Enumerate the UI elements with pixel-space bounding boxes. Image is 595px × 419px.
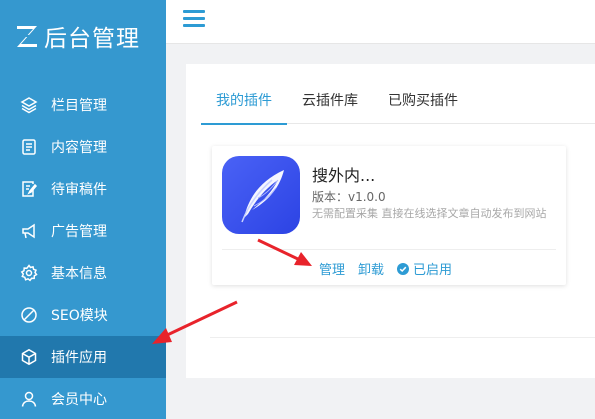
main-panel: 我的插件 云插件库 已购买插件 搜外内... 版本：v1.0.0 无需配置采集 … (186, 64, 595, 378)
tab-my-plugins[interactable]: 我的插件 (201, 88, 287, 125)
status-badge: 已启用 (397, 259, 452, 278)
sidebar-item-pending[interactable]: 待审稿件 (0, 168, 166, 210)
status-label: 已启用 (413, 263, 453, 278)
cube-icon (20, 348, 38, 366)
manage-button[interactable]: 管理 (319, 259, 345, 278)
divider (210, 337, 595, 338)
sidebar-item-label: 会员中心 (51, 392, 107, 408)
logo: 后台管理 (14, 20, 140, 52)
menu-toggle-icon[interactable] (183, 10, 205, 28)
sidebar: 后台管理 栏目管理 内容管理 待审稿件 广告管理 基本信息 SEO模块 插件应用… (0, 0, 166, 419)
app-title: 后台管理 (44, 26, 140, 52)
sidebar-item-columns[interactable]: 栏目管理 (0, 84, 166, 126)
sidebar-item-members[interactable]: 会员中心 (0, 378, 166, 419)
sidebar-item-plugins[interactable]: 插件应用 (0, 336, 166, 378)
sidebar-item-label: 广告管理 (51, 224, 107, 240)
sidebar-item-label: SEO模块 (51, 308, 108, 324)
plugin-tabs: 我的插件 云插件库 已购买插件 (201, 88, 595, 125)
sidebar-item-label: 基本信息 (51, 266, 107, 282)
plugin-name: 搜外内... (312, 166, 376, 185)
sidebar-item-ads[interactable]: 广告管理 (0, 210, 166, 252)
gear-icon (20, 264, 38, 282)
feather-icon (222, 156, 300, 234)
logo-icon (17, 26, 37, 47)
edit-document-icon (20, 180, 38, 198)
sidebar-item-label: 待审稿件 (51, 182, 107, 198)
sidebar-item-basic-info[interactable]: 基本信息 (0, 252, 166, 294)
plugin-card: 搜外内... 版本：v1.0.0 无需配置采集 直接在线选择文章自动发布到网站 … (212, 146, 566, 285)
tab-purchased-plugins[interactable]: 已购买插件 (373, 88, 473, 124)
sidebar-item-content[interactable]: 内容管理 (0, 126, 166, 168)
plugin-version: 版本：v1.0.0 (312, 190, 386, 204)
plugin-actions: 管理 卸载 已启用 (319, 259, 452, 278)
top-bar (166, 0, 595, 44)
plugin-description: 无需配置采集 直接在线选择文章自动发布到网站 (312, 207, 547, 220)
megaphone-icon (20, 222, 38, 240)
uninstall-button[interactable]: 卸载 (358, 259, 384, 278)
sidebar-menu: 栏目管理 内容管理 待审稿件 广告管理 基本信息 SEO模块 插件应用 会员中心 (0, 84, 166, 419)
sidebar-item-label: 栏目管理 (51, 98, 107, 114)
check-circle-icon (397, 262, 410, 275)
card-divider (222, 249, 556, 250)
document-icon (20, 138, 38, 156)
sidebar-item-label: 内容管理 (51, 140, 107, 156)
tab-cloud-plugins[interactable]: 云插件库 (287, 88, 373, 124)
seo-icon (20, 306, 38, 324)
layers-icon (20, 96, 38, 114)
user-icon (20, 390, 38, 408)
sidebar-item-seo[interactable]: SEO模块 (0, 294, 166, 336)
sidebar-item-label: 插件应用 (51, 350, 107, 366)
